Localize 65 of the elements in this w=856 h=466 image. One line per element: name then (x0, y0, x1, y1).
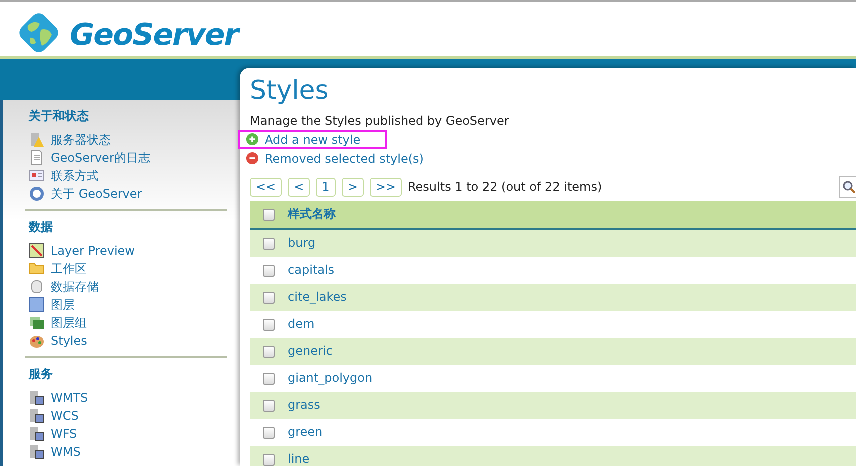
remove-icon (246, 152, 259, 165)
section-title: 数据 (29, 219, 54, 236)
style-name-link[interactable]: dem (288, 317, 315, 331)
pager-button[interactable]: >> (370, 178, 402, 196)
sidebar-link[interactable]: WMS (25, 443, 227, 461)
style-name-link[interactable]: grass (288, 398, 320, 412)
page-title: Styles (250, 76, 329, 106)
sidebar-link[interactable]: 图层组 (25, 314, 227, 332)
action-link[interactable]: Removed selected style(s) (238, 149, 450, 168)
style-name-link[interactable]: burg (288, 236, 316, 250)
layer-icon (29, 297, 45, 313)
sidebar-link[interactable]: GeoServer的日志 (25, 149, 227, 167)
row-checkbox[interactable] (263, 292, 275, 304)
row-checkbox[interactable] (263, 373, 275, 386)
logo-text: GeoServer (70, 18, 238, 53)
row-checkbox[interactable] (263, 346, 275, 358)
column-header[interactable]: 样式名称 (288, 207, 336, 221)
palette-icon (29, 333, 45, 349)
database-icon (29, 279, 45, 295)
style-name-link[interactable]: line (288, 452, 310, 466)
style-name-link[interactable]: cite_lakes (288, 290, 347, 304)
style-name-link[interactable]: giant_polygon (288, 371, 373, 385)
sidebar-link[interactable]: WFS (25, 425, 227, 443)
select-all-checkbox[interactable] (263, 209, 275, 222)
style-name-link[interactable]: generic (288, 344, 333, 358)
row-checkbox[interactable] (263, 454, 275, 466)
pager-button[interactable]: 1 (316, 178, 336, 196)
layer-group-icon (29, 315, 45, 331)
section-title: 服务 (29, 366, 54, 383)
sidebar-link[interactable]: 服务器状态 (25, 131, 227, 149)
search-icon (842, 180, 856, 194)
folder-icon (29, 261, 45, 277)
row-checkbox[interactable] (263, 265, 275, 278)
search-field[interactable] (839, 176, 856, 198)
server-icon (29, 408, 45, 424)
results-summary: Results 1 to 22 (out of 22 items) (408, 180, 602, 194)
server-icon (29, 426, 45, 442)
sidebar-link[interactable]: WMTS (25, 389, 227, 407)
sidebar-link[interactable]: 图层 (25, 296, 227, 314)
add-icon (246, 133, 259, 146)
map-preview-icon (29, 243, 45, 259)
sidebar-link[interactable]: 数据存储 (25, 278, 227, 296)
pager-button[interactable]: < (288, 178, 310, 196)
document-icon (29, 150, 45, 166)
pager-button[interactable]: << (250, 178, 282, 196)
style-name-link[interactable]: green (288, 425, 323, 439)
sidebar-link[interactable]: 关于 GeoServer (25, 185, 227, 203)
server-icon (29, 390, 45, 406)
page-description: Manage the Styles published by GeoServer (250, 114, 510, 128)
sidebar-link[interactable]: WCS (25, 407, 227, 425)
sidebar-link[interactable]: 联系方式 (25, 167, 227, 185)
style-name-link[interactable]: capitals (288, 263, 335, 277)
row-checkbox[interactable] (263, 238, 275, 250)
row-checkbox[interactable] (263, 427, 275, 440)
pager-button[interactable]: > (342, 178, 364, 196)
sidebar-link[interactable]: Styles (25, 332, 227, 350)
server-warning-icon (29, 132, 45, 148)
server-icon (29, 444, 45, 460)
section-title: 关于和状态 (29, 108, 90, 125)
row-checkbox[interactable] (263, 400, 275, 412)
contact-card-icon (29, 168, 45, 184)
sidebar-link[interactable]: Layer Preview (25, 242, 227, 260)
row-checkbox[interactable] (263, 319, 275, 332)
action-link[interactable]: Add a new style (238, 130, 387, 149)
sidebar-link[interactable]: 工作区 (25, 260, 227, 278)
